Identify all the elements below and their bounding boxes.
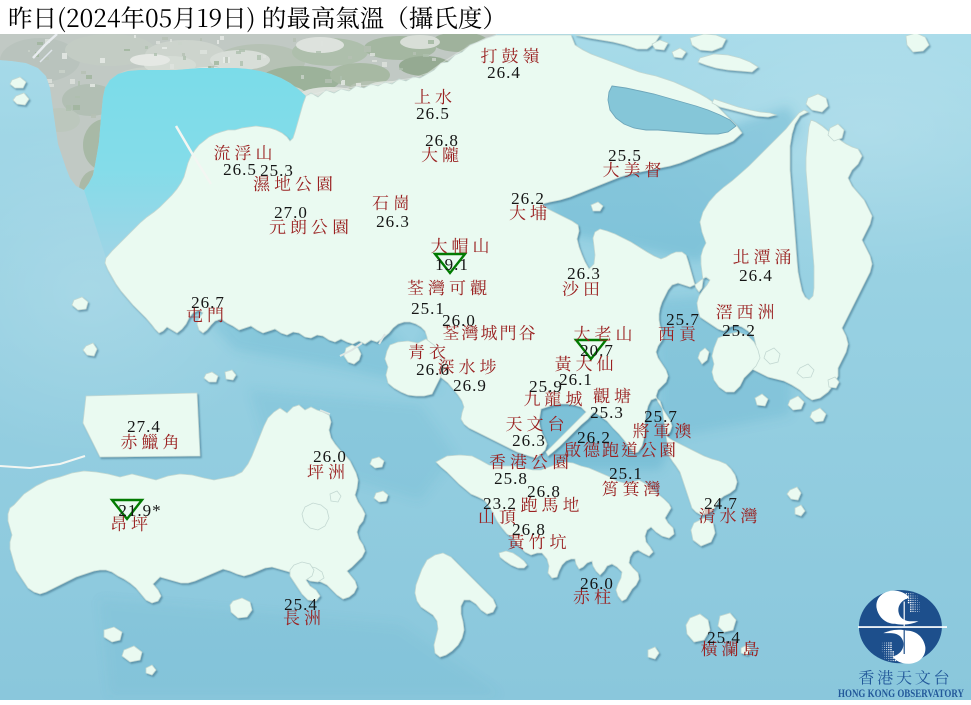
svg-text:27.0: 27.0 (274, 203, 308, 222)
svg-text:27.4: 27.4 (127, 417, 161, 436)
svg-text:26.2: 26.2 (577, 428, 611, 447)
svg-text:21.9*: 21.9* (118, 501, 161, 520)
svg-text:26.8: 26.8 (512, 520, 546, 539)
svg-text:26.2: 26.2 (511, 189, 545, 208)
svg-text:26.1: 26.1 (559, 370, 593, 389)
svg-text:26.8: 26.8 (425, 131, 459, 150)
svg-text:25.5: 25.5 (608, 146, 642, 165)
svg-text:26.0: 26.0 (442, 311, 476, 330)
svg-text:25.9: 25.9 (529, 377, 563, 396)
svg-text:20.7: 20.7 (580, 341, 614, 360)
svg-text:25.1: 25.1 (609, 464, 643, 483)
svg-text:26.3: 26.3 (512, 431, 546, 450)
svg-text:25.7: 25.7 (666, 310, 700, 329)
svg-text:26.0: 26.0 (313, 447, 347, 466)
svg-text:26.3: 26.3 (567, 264, 601, 283)
svg-text:26.5: 26.5 (223, 160, 257, 179)
svg-text:25.3: 25.3 (590, 403, 624, 422)
svg-text:26.9: 26.9 (453, 376, 487, 395)
svg-text:25.3: 25.3 (260, 161, 294, 180)
svg-text:26.3: 26.3 (376, 212, 410, 231)
svg-text:26.4: 26.4 (739, 266, 773, 285)
svg-text:25.2: 25.2 (722, 321, 756, 340)
svg-text:HONG KONG OBSERVATORY: HONG KONG OBSERVATORY (838, 688, 965, 700)
svg-text:26.7: 26.7 (191, 293, 225, 312)
svg-text:19.1: 19.1 (435, 255, 469, 274)
svg-text:26.6: 26.6 (416, 360, 450, 379)
svg-text:26.0: 26.0 (580, 574, 614, 593)
svg-text:26.4: 26.4 (487, 63, 521, 82)
svg-text:23.2: 23.2 (483, 494, 517, 513)
svg-text:24.7: 24.7 (704, 494, 738, 513)
svg-text:26.8: 26.8 (527, 482, 561, 501)
svg-text:25.1: 25.1 (411, 299, 445, 318)
svg-text:25.7: 25.7 (644, 407, 678, 426)
svg-text:25.4: 25.4 (707, 628, 741, 647)
svg-text:25.8: 25.8 (494, 469, 528, 488)
svg-text:26.5: 26.5 (416, 104, 450, 123)
svg-text:25.4: 25.4 (284, 595, 318, 614)
